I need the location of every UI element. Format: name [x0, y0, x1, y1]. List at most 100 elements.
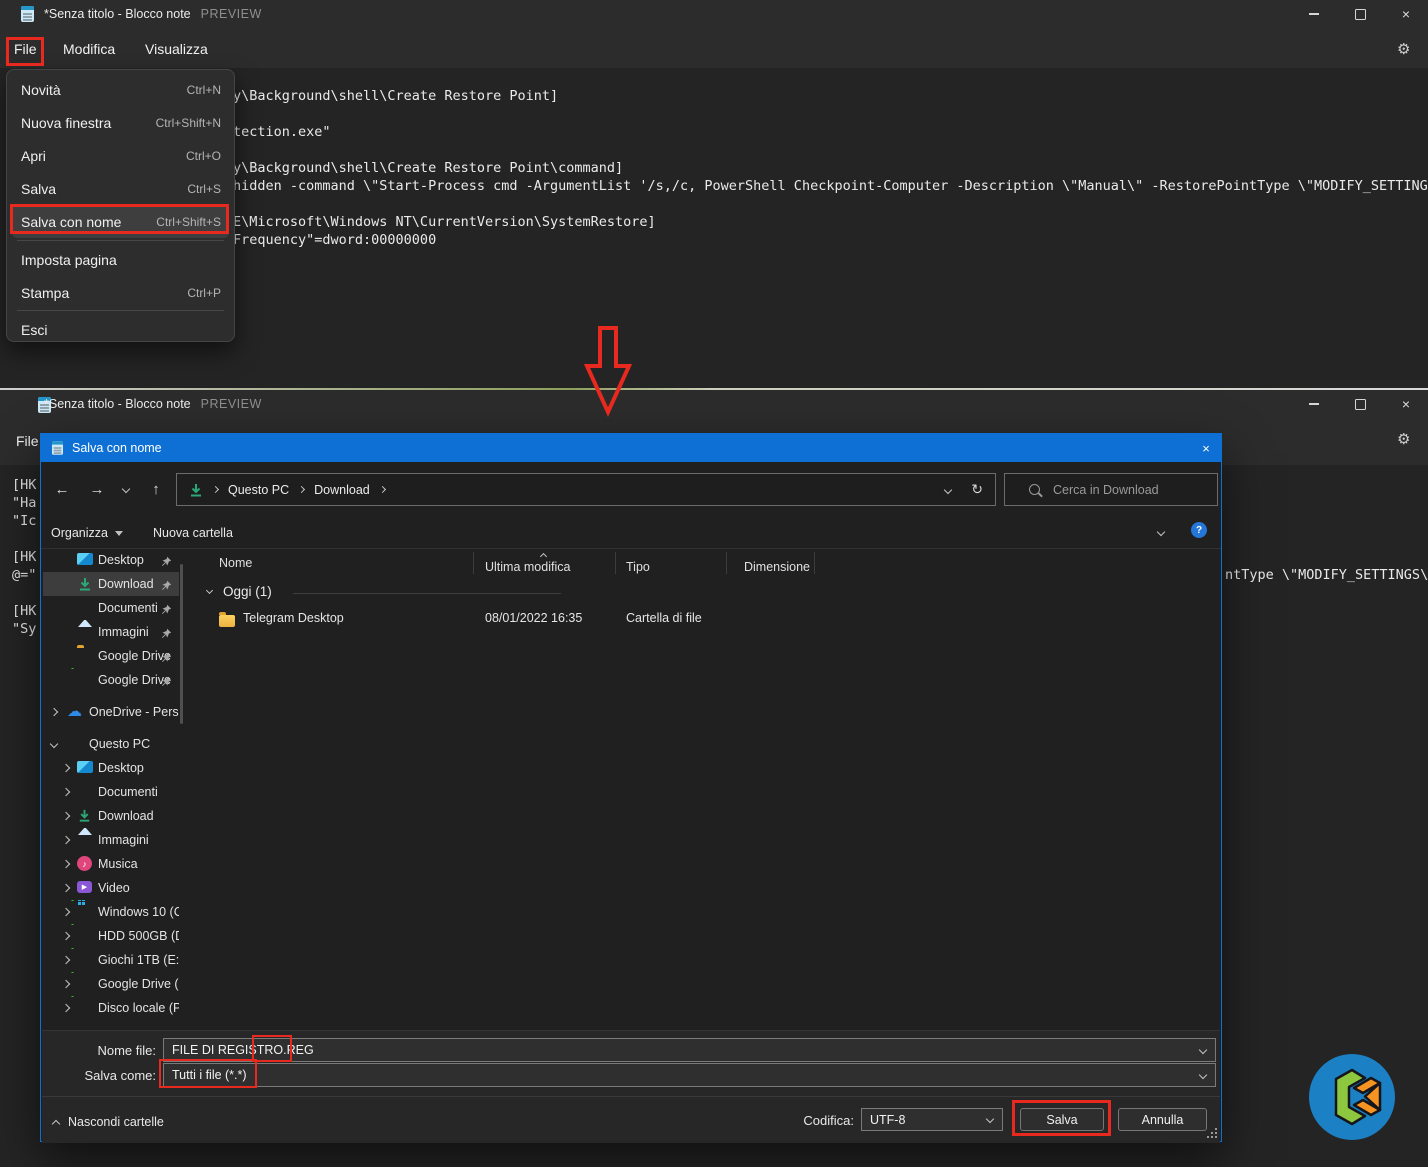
sidebar-item-documenti-tree[interactable]: Documenti	[43, 780, 179, 804]
sidebar-item-disco-locale-p[interactable]: Disco locale (P:)	[43, 996, 179, 1020]
expand-chevron-icon[interactable]	[62, 1004, 70, 1012]
salva-button[interactable]: Salva	[1020, 1108, 1104, 1131]
expand-chevron-icon[interactable]	[62, 764, 70, 772]
column-divider[interactable]	[814, 552, 815, 574]
minimize-button[interactable]	[1294, 0, 1334, 28]
expand-chevron-icon[interactable]	[62, 908, 70, 916]
collapse-chevron-icon[interactable]	[50, 740, 58, 748]
sidebar-item-desktop-tree[interactable]: Desktop	[43, 756, 179, 780]
sidebar-item-giochi-e[interactable]: Giochi 1TB (E:)	[43, 948, 179, 972]
combo-chevron-icon[interactable]	[1199, 1071, 1207, 1079]
address-bar[interactable]: Questo PC Download ↻	[176, 473, 996, 506]
group-header[interactable]: Oggi (1)	[223, 584, 272, 599]
nuova-cartella-button[interactable]: Nuova cartella	[153, 520, 233, 546]
expand-chevron-icon[interactable]	[50, 708, 58, 716]
column-header-nome[interactable]: Nome	[219, 556, 252, 570]
sidebar-item-onedrive[interactable]: ☁ OneDrive - Person	[43, 700, 179, 724]
sidebar-item-google-drive-folder[interactable]: Google Drive	[43, 644, 179, 668]
address-dropdown-chevron-icon[interactable]	[944, 486, 952, 494]
column-divider[interactable]	[726, 552, 727, 574]
minimize-button[interactable]	[1294, 390, 1334, 418]
resize-grip[interactable]	[1207, 1128, 1219, 1140]
organizza-button[interactable]: Organizza	[51, 520, 123, 546]
pin-icon	[161, 674, 172, 692]
editor-fragment: [HK	[12, 477, 36, 493]
salva-come-combo[interactable]: Tutti i file (*.*)	[163, 1063, 1216, 1087]
menu-item-stampa[interactable]: Stampa Ctrl+P	[7, 276, 234, 309]
help-button[interactable]: ?	[1191, 522, 1207, 538]
sidebar-item-label: Google Drive	[98, 649, 171, 663]
nav-recent-chevron-icon[interactable]	[122, 485, 130, 493]
annulla-button[interactable]: Annulla	[1118, 1108, 1207, 1131]
close-button[interactable]: ×	[1386, 0, 1426, 28]
menu-item-apri[interactable]: Apri Ctrl+O	[7, 139, 234, 172]
sidebar-item-hdd-d[interactable]: HDD 500GB (D:)	[43, 924, 179, 948]
column-divider[interactable]	[615, 552, 616, 574]
column-header-ultima-modifica[interactable]: Ultima modifica	[485, 560, 570, 574]
breadcrumb-chevron-icon[interactable]	[379, 486, 386, 493]
sidebar-item-desktop[interactable]: Desktop	[43, 548, 179, 572]
combo-chevron-icon[interactable]	[1199, 1046, 1207, 1054]
refresh-icon[interactable]: ↻	[971, 481, 983, 498]
sidebar-item-questo-pc[interactable]: Questo PC	[43, 732, 179, 756]
group-collapse-chevron-icon[interactable]	[206, 587, 213, 594]
editor-fragment: ntType \"MODIFY_SETTINGS\"	[1225, 567, 1428, 583]
sidebar-scrollbar[interactable]	[180, 564, 183, 724]
editor-fragment: "Ha	[12, 495, 36, 511]
maximize-button[interactable]	[1340, 390, 1380, 418]
view-mode-chevron-icon[interactable]	[1157, 528, 1165, 536]
expand-chevron-icon[interactable]	[62, 980, 70, 988]
expand-chevron-icon[interactable]	[62, 932, 70, 940]
column-header-dimensione[interactable]: Dimensione	[744, 560, 810, 574]
nav-forward-button[interactable]: →	[85, 476, 109, 502]
settings-gear-icon[interactable]: ⚙	[1397, 432, 1410, 447]
sidebar-item-video[interactable]: ▶ Video	[43, 876, 179, 900]
column-header-tipo[interactable]: Tipo	[626, 560, 650, 574]
menu-item-salva[interactable]: Salva Ctrl+S	[7, 172, 234, 205]
window-title: *Senza titolo - Blocco note	[44, 397, 191, 411]
close-button[interactable]: ×	[1386, 390, 1426, 418]
nav-up-button[interactable]: ↑	[144, 476, 168, 502]
column-divider[interactable]	[473, 552, 474, 574]
sidebar-item-documenti[interactable]: Documenti	[43, 596, 179, 620]
expand-chevron-icon[interactable]	[62, 860, 70, 868]
sidebar-item-download-tree[interactable]: Download	[43, 804, 179, 828]
sidebar-item-windows-c[interactable]: Windows 10 (C:)	[43, 900, 179, 924]
file-name: Telegram Desktop	[243, 611, 344, 625]
breadcrumb-device[interactable]: Questo PC	[228, 483, 289, 497]
settings-gear-icon[interactable]: ⚙	[1397, 42, 1410, 57]
file-row[interactable]: Telegram Desktop 08/01/2022 16:35 Cartel…	[201, 606, 1201, 632]
sidebar-item-google-drive-g[interactable]: Google Drive (G:	[43, 972, 179, 996]
breadcrumb-folder[interactable]: Download	[314, 483, 370, 497]
menu-item-nuova-finestra[interactable]: Nuova finestra Ctrl+Shift+N	[7, 106, 234, 139]
menu-item-esci[interactable]: Esci	[7, 313, 234, 346]
sidebar-item-immagini[interactable]: Immagini	[43, 620, 179, 644]
codifica-combo[interactable]: UTF-8	[861, 1108, 1003, 1131]
search-input[interactable]: Cerca in Download	[1004, 473, 1218, 506]
breadcrumb-chevron-icon[interactable]	[298, 486, 305, 493]
dialog-close-button[interactable]: ×	[1191, 434, 1221, 462]
sidebar-item-google-drive-disk[interactable]: Google Drive	[43, 668, 179, 692]
menu-file[interactable]: File	[16, 433, 39, 449]
menu-modifica[interactable]: Modifica	[63, 41, 115, 57]
nav-back-button[interactable]: ←	[50, 476, 74, 502]
menu-item-novita[interactable]: Novità Ctrl+N	[7, 73, 234, 106]
combo-chevron-icon[interactable]	[986, 1115, 994, 1123]
expand-chevron-icon[interactable]	[62, 788, 70, 796]
sidebar-item-musica[interactable]: ♪ Musica	[43, 852, 179, 876]
pin-icon	[161, 554, 172, 572]
menu-separator	[17, 240, 224, 241]
nome-file-input[interactable]: FILE DI REGISTRO.REG	[163, 1038, 1216, 1062]
maximize-button[interactable]	[1340, 0, 1380, 28]
expand-chevron-icon[interactable]	[62, 836, 70, 844]
nascondi-cartelle-button[interactable]: Nascondi cartelle	[53, 1112, 164, 1132]
menu-file[interactable]: File	[14, 41, 37, 57]
menu-item-imposta-pagina[interactable]: Imposta pagina	[7, 243, 234, 276]
sidebar-item-immagini-tree[interactable]: Immagini	[43, 828, 179, 852]
sidebar-item-download[interactable]: Download	[43, 572, 179, 596]
menu-item-salva-con-nome[interactable]: Salva con nome Ctrl+Shift+S	[7, 205, 234, 238]
expand-chevron-icon[interactable]	[62, 812, 70, 820]
expand-chevron-icon[interactable]	[62, 884, 70, 892]
expand-chevron-icon[interactable]	[62, 956, 70, 964]
menu-visualizza[interactable]: Visualizza	[145, 41, 208, 57]
